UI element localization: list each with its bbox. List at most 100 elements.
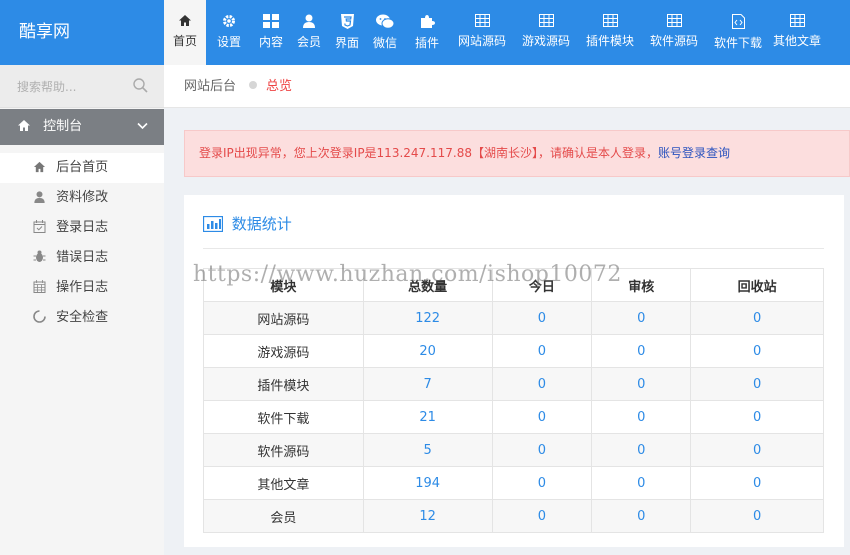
sidebar-item-label: 登录日志 [56, 220, 109, 235]
module-cell: 游戏源码 [203, 334, 364, 368]
nav-label: 软件下载 [713, 36, 762, 50]
today-count-cell[interactable]: 0 [491, 367, 593, 401]
table-icon [474, 14, 490, 27]
login-warning-alert: 登录IP出现异常，您上次登录IP是113.247.117.88【湖南长沙】，请确… [184, 130, 850, 177]
nav-site-source[interactable]: 网站源码 [450, 0, 514, 65]
top-nav: 首页 设置 内容 会员 界面 微信 插件 网站源码 游戏源码 插件模块 软件源码… [164, 0, 824, 65]
sidebar-item-label: 错误日志 [56, 250, 109, 265]
table-row: 会员 12 0 0 0 [203, 499, 824, 533]
file-code-icon [731, 14, 745, 29]
today-count-cell[interactable]: 0 [491, 499, 593, 533]
brand-logo[interactable]: 酷享网 [0, 0, 164, 65]
bar-chart-icon [203, 216, 223, 232]
today-count-cell[interactable]: 0 [491, 400, 593, 434]
home-icon [179, 15, 191, 26]
nav-member[interactable]: 会员 [290, 0, 328, 65]
html5-icon [340, 14, 354, 29]
total-count-cell[interactable]: 21 [362, 400, 493, 434]
review-count-cell[interactable]: 0 [591, 499, 692, 533]
table-row: 软件源码 5 0 0 0 [203, 433, 824, 467]
total-count-cell[interactable]: 7 [362, 367, 493, 401]
top-bar: 酷享网 首页 设置 内容 会员 界面 微信 插件 网站源码 游戏源码 插件模块 … [0, 0, 850, 65]
home-icon [18, 120, 30, 131]
sidebar-item-profile[interactable]: 资料修改 [0, 183, 164, 213]
nav-label: 首页 [172, 34, 197, 48]
sidebar-item-security-check[interactable]: 安全检查 [0, 303, 164, 333]
table-row: 其他文章 194 0 0 0 [203, 466, 824, 500]
recycle-count-cell[interactable]: 0 [690, 334, 824, 368]
table-icon [789, 14, 805, 27]
total-count-cell[interactable]: 5 [362, 433, 493, 467]
recycle-count-cell[interactable]: 0 [690, 499, 824, 533]
nav-label: 微信 [372, 36, 397, 50]
nav-wechat[interactable]: 微信 [366, 0, 404, 65]
panel-title-text: 数据统计 [231, 215, 292, 233]
nav-settings[interactable]: 设置 [206, 0, 252, 65]
sidebar-item-login-log[interactable]: 登录日志 [0, 213, 164, 243]
module-cell: 插件模块 [203, 367, 364, 401]
nav-label: 插件模块 [585, 34, 634, 48]
login-query-link[interactable]: 账号登录查询 [658, 146, 730, 160]
nav-label: 网站源码 [457, 34, 506, 48]
review-count-cell[interactable]: 0 [591, 466, 692, 500]
column-header: 回收站 [690, 268, 824, 302]
wechat-icon [376, 14, 394, 29]
total-count-cell[interactable]: 20 [362, 334, 493, 368]
sidebar-section-console[interactable]: 控制台 [0, 109, 164, 145]
breadcrumb-separator [249, 81, 258, 89]
nav-label: 设置 [216, 35, 241, 49]
home-icon [33, 161, 46, 173]
nav-software-source[interactable]: 软件源码 [642, 0, 706, 65]
today-count-cell[interactable]: 0 [491, 466, 593, 500]
nav-other-articles[interactable]: 其他文章 [770, 0, 824, 65]
nav-plugins[interactable]: 插件 [404, 0, 450, 65]
nav-content[interactable]: 内容 [252, 0, 290, 65]
recycle-count-cell[interactable]: 0 [690, 466, 824, 500]
today-count-cell[interactable]: 0 [491, 334, 593, 368]
bug-icon [33, 250, 46, 262]
breadcrumb-current: 总览 [266, 79, 293, 94]
recycle-count-cell[interactable]: 0 [690, 301, 824, 335]
calendar-icon [33, 280, 46, 293]
module-cell: 软件源码 [203, 433, 364, 467]
review-count-cell[interactable]: 0 [591, 301, 692, 335]
recycle-count-cell[interactable]: 0 [690, 433, 824, 467]
nav-plugin-modules[interactable]: 插件模块 [578, 0, 642, 65]
recycle-count-cell[interactable]: 0 [690, 400, 824, 434]
today-count-cell[interactable]: 0 [491, 301, 593, 335]
nav-theme[interactable]: 界面 [328, 0, 366, 65]
table-icon [666, 14, 682, 27]
total-count-cell[interactable]: 194 [362, 466, 493, 500]
review-count-cell[interactable]: 0 [591, 400, 692, 434]
alert-text: 登录IP出现异常，您上次登录IP是113.247.117.88【湖南长沙】，请确… [199, 146, 658, 160]
user-icon [34, 191, 45, 203]
review-count-cell[interactable]: 0 [591, 433, 692, 467]
grid-icon [263, 14, 279, 28]
table-header-row: 模块 总数量 今日 审核 回收站 [203, 268, 824, 302]
panel-title: 数据统计 [203, 213, 292, 234]
today-count-cell[interactable]: 0 [491, 433, 593, 467]
nav-home[interactable]: 首页 [164, 0, 206, 65]
stats-table: 模块 总数量 今日 审核 回收站 网站源码 122 0 0 0 游戏源码 20 … [203, 268, 824, 533]
sidebar-section-title: 控制台 [43, 119, 83, 134]
table-row: 插件模块 7 0 0 0 [203, 367, 824, 401]
breadcrumb-root[interactable]: 网站后台 [184, 79, 236, 94]
spinner-icon [33, 310, 46, 323]
sidebar-item-error-log[interactable]: 错误日志 [0, 243, 164, 273]
total-count-cell[interactable]: 122 [362, 301, 493, 335]
total-count-cell[interactable]: 12 [362, 499, 493, 533]
review-count-cell[interactable]: 0 [591, 334, 692, 368]
table-icon [602, 14, 618, 27]
stats-panel: 数据统计 模块 总数量 今日 审核 回收站 网站源码 122 0 0 0 游戏源… [184, 195, 844, 547]
nav-game-source[interactable]: 游戏源码 [514, 0, 578, 65]
recycle-count-cell[interactable]: 0 [690, 367, 824, 401]
sidebar-item-operation-log[interactable]: 操作日志 [0, 273, 164, 303]
nav-label: 会员 [296, 35, 321, 49]
breadcrumb: 网站后台 总览 [164, 65, 850, 108]
sidebar-item-dashboard[interactable]: 后台首页 [0, 153, 164, 183]
nav-software-download[interactable]: 软件下载 [706, 0, 770, 65]
search-icon[interactable] [133, 78, 148, 93]
sidebar-item-label: 资料修改 [56, 190, 109, 205]
module-cell: 软件下载 [203, 400, 364, 434]
review-count-cell[interactable]: 0 [591, 367, 692, 401]
